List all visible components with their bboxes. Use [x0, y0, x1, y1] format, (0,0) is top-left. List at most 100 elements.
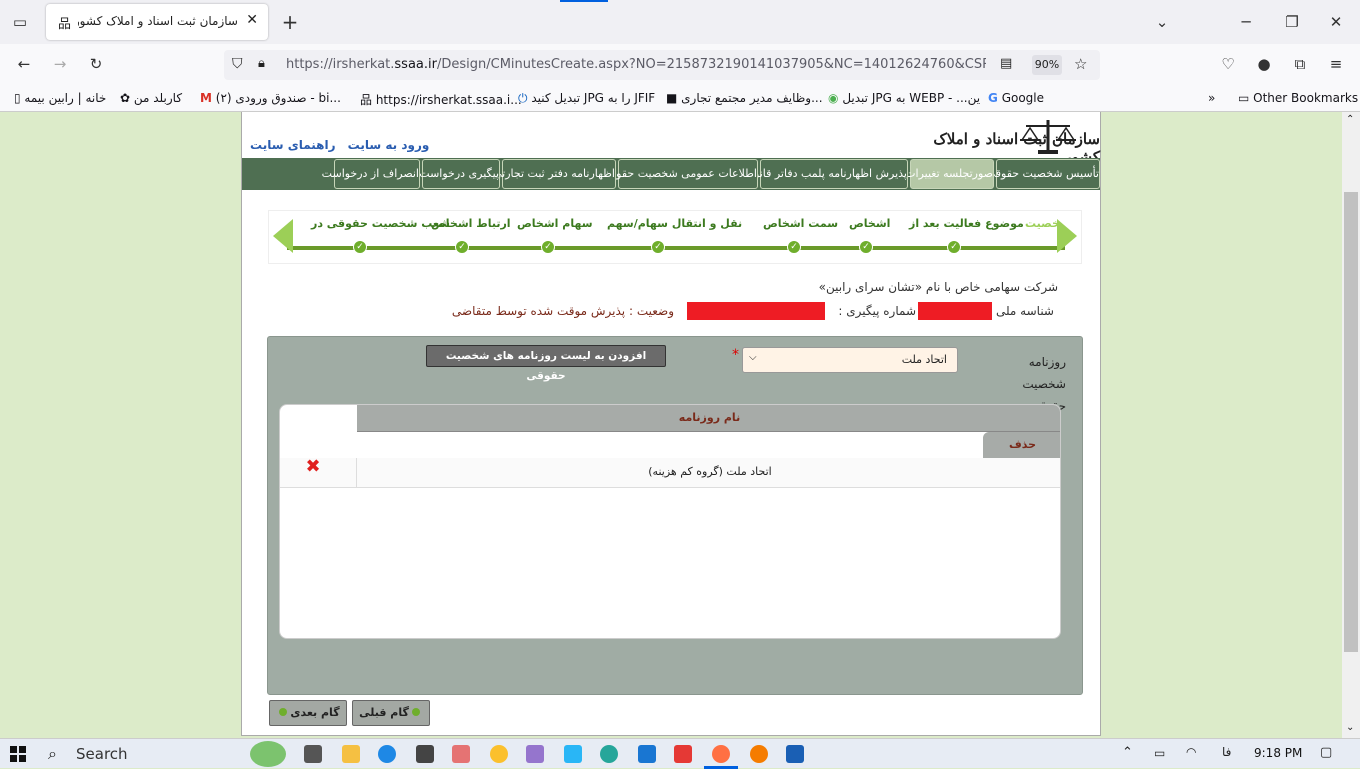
browser-tab[interactable]: 品 سازمان ثبت اسناد و املاک کشور | ✕: [46, 4, 268, 40]
add-newspaper-button[interactable]: افزودن به لیست روزنامه های شخصیت حقوقی: [426, 345, 666, 382]
minimize-icon[interactable]: ─: [1236, 12, 1256, 32]
pocket-icon[interactable]: ♡: [1218, 54, 1238, 74]
bookmark-item[interactable]: ◉ تبدیل JPG به WEBP - ...ین: [828, 91, 980, 105]
shield-icon[interactable]: ⛉: [232, 56, 243, 72]
newspaper-grid: نام روزنامه حذف ✖ اتحاد ملت (گروه کم هزی…: [279, 404, 1061, 639]
scroll-up-icon[interactable]: ⌃: [1346, 114, 1354, 125]
menu-item-trade-registry[interactable]: اظهارنامه دفتر ثبت تجارتی: [493, 159, 616, 189]
bookmark-item[interactable]: ■ وظایف مدیر مجتمع تجاری...: [666, 91, 823, 105]
url-bar[interactable]: ⛉ 🔒︎ https://irsherkat.ssaa.ir/Design/CM…: [224, 50, 1100, 80]
windows-start-icon[interactable]: [10, 746, 26, 762]
step-label[interactable]: خصیت: [1025, 217, 1060, 230]
check-icon: ✓: [947, 240, 961, 254]
help-link[interactable]: راهنمای سایت: [250, 138, 335, 152]
menu-icon[interactable]: ≡: [1326, 54, 1346, 74]
check-icon: ✓: [353, 240, 367, 254]
scroll-down-icon[interactable]: ⌄: [1346, 722, 1354, 733]
browser-tabbar: ▭ 品 سازمان ثبت اسناد و املاک کشور | ✕ + …: [0, 0, 1360, 44]
close-window-icon[interactable]: ✕: [1326, 12, 1346, 32]
other-bookmarks[interactable]: ▭ Other Bookmarks: [1238, 91, 1358, 105]
language-indicator[interactable]: فا: [1222, 745, 1231, 759]
bookmark-item[interactable]: ✿ کاربلد من: [120, 91, 182, 105]
back-icon[interactable]: ←: [14, 54, 34, 74]
app-icon[interactable]: [674, 745, 692, 763]
app-icon[interactable]: [600, 745, 618, 763]
bookmark-star-icon[interactable]: ☆: [1074, 55, 1087, 73]
menu-item-public-info[interactable]: اطلاعات عمومی شخصیت حقوقی: [602, 159, 758, 189]
scroll-thumb[interactable]: [1344, 192, 1358, 652]
newspaper-name-cell: اتحاد ملت (گروه کم هزینه): [648, 465, 772, 478]
national-id-label: شناسه ملی :: [988, 304, 1054, 318]
menu-item-establish[interactable]: تأسیس شخصیت حقوقی: [987, 159, 1100, 189]
bookmark-item[interactable]: 品 https://irsherkat.ssaa.i...: [360, 91, 522, 108]
chevron-double-right-icon[interactable]: »: [1208, 91, 1215, 105]
menu-item-cancel-request[interactable]: انصراف از درخواست: [322, 159, 420, 189]
site-links: ورود به سایت راهنمای سایت: [246, 138, 433, 152]
bookmark-item[interactable]: ⏻ تبدیل کنید JPG را به JFIF: [518, 91, 655, 106]
word-icon[interactable]: [786, 745, 804, 763]
newspaper-form-panel: روزنامه شخصیت حقوقی اتحاد ملت ⌵ * افزودن…: [267, 336, 1083, 695]
step-label[interactable]: سمت اشخاص: [763, 217, 838, 230]
app-icon[interactable]: [564, 745, 582, 763]
windows-taskbar: ⌕ Search ⌃ ▭ ◠ فا 9:18 PM ▢: [0, 738, 1360, 769]
arrow-left-icon[interactable]: [273, 219, 293, 253]
app-icon[interactable]: [416, 745, 434, 763]
prev-step-button[interactable]: گام قبلی: [352, 700, 430, 726]
app-icon[interactable]: [750, 745, 768, 763]
extensions-icon[interactable]: ⧉: [1290, 54, 1310, 74]
page-container: سازمان ثبت اسناد و املاک کشور ورود به سا…: [241, 112, 1101, 736]
taskbar-search[interactable]: ⌕ Search: [40, 742, 240, 766]
edge-icon[interactable]: [378, 745, 396, 763]
bookmark-item[interactable]: M (۲) صندوق ورودی - bi...: [200, 91, 341, 105]
step-label[interactable]: نقل و انتقال سهام/سهم: [607, 217, 742, 230]
next-step-button[interactable]: گام بعدی: [269, 700, 347, 726]
firefox-icon[interactable]: [712, 745, 730, 763]
bookmark-item[interactable]: G Google: [988, 91, 1044, 105]
reload-icon[interactable]: ↻: [86, 54, 106, 74]
url-text[interactable]: https://irsherkat.ssaa.ir/Design/CMinute…: [286, 57, 986, 72]
menu-item-ledger-declaration[interactable]: پذیرش اظهارنامه پلمب دفاتر قانونی: [742, 159, 908, 189]
maximize-icon[interactable]: ❐: [1282, 12, 1302, 32]
app-icon[interactable]: [638, 745, 656, 763]
step-label[interactable]: موضوع فعالیت بعد از: [909, 217, 1024, 230]
step-label[interactable]: اشخاص: [849, 217, 890, 230]
bookmark-item[interactable]: ▯ خانه | رابین بیمه: [14, 91, 106, 105]
notification-icon[interactable]: ▢: [1320, 745, 1332, 760]
app-icon[interactable]: [452, 745, 470, 763]
step-label[interactable]: سهام اشخاص: [517, 217, 593, 230]
forward-icon[interactable]: →: [50, 54, 70, 74]
tab-indicator: [560, 0, 608, 2]
tab-list-icon[interactable]: ▭: [10, 12, 30, 32]
app-icon[interactable]: [526, 745, 544, 763]
new-tab-icon[interactable]: +: [280, 12, 300, 32]
battery-icon[interactable]: ▭: [1154, 746, 1165, 760]
site-hierarchy-icon: 品: [58, 17, 72, 32]
main-menu: تأسیس شخصیت حقوقی صورتجلسه تغییرات پذیرش…: [242, 158, 1100, 190]
reader-view-icon[interactable]: ▤: [1000, 56, 1012, 71]
chevron-up-icon[interactable]: ⌃: [1122, 745, 1133, 760]
page-scrollbar[interactable]: ⌃ ⌄: [1342, 112, 1360, 738]
step-label[interactable]: شعب شخصیت حقوقی در: [311, 217, 450, 230]
login-link[interactable]: ورود به سایت: [348, 138, 430, 152]
file-explorer-icon[interactable]: [342, 745, 360, 763]
grid-header-delete: حذف: [983, 432, 1060, 458]
menu-item-track-request[interactable]: پیگیری درخواست: [419, 159, 500, 189]
newspaper-select[interactable]: اتحاد ملت ⌵: [742, 347, 958, 373]
chrome-icon[interactable]: [490, 745, 508, 763]
lock-icon[interactable]: 🔒︎: [258, 56, 265, 71]
account-icon[interactable]: ●: [1254, 54, 1274, 74]
task-view-icon[interactable]: [304, 745, 322, 763]
cell-separator: [356, 458, 357, 488]
check-icon: ✓: [455, 240, 469, 254]
arrow-right-icon[interactable]: [1057, 219, 1077, 253]
close-tab-icon[interactable]: ✕: [246, 12, 258, 28]
national-id-redacted: [918, 302, 992, 320]
clock[interactable]: 9:18 PM: [1254, 746, 1302, 760]
chevron-down-icon[interactable]: ⌄: [1152, 12, 1172, 32]
table-row: ✖ اتحاد ملت (گروه کم هزینه): [280, 458, 1060, 488]
menu-item-change-minutes[interactable]: صورتجلسه تغییرات: [905, 159, 994, 189]
check-icon: ✓: [541, 240, 555, 254]
delete-icon[interactable]: ✖: [304, 458, 322, 476]
wifi-icon[interactable]: ◠: [1186, 745, 1196, 759]
zoom-level[interactable]: 90%: [1032, 55, 1062, 75]
